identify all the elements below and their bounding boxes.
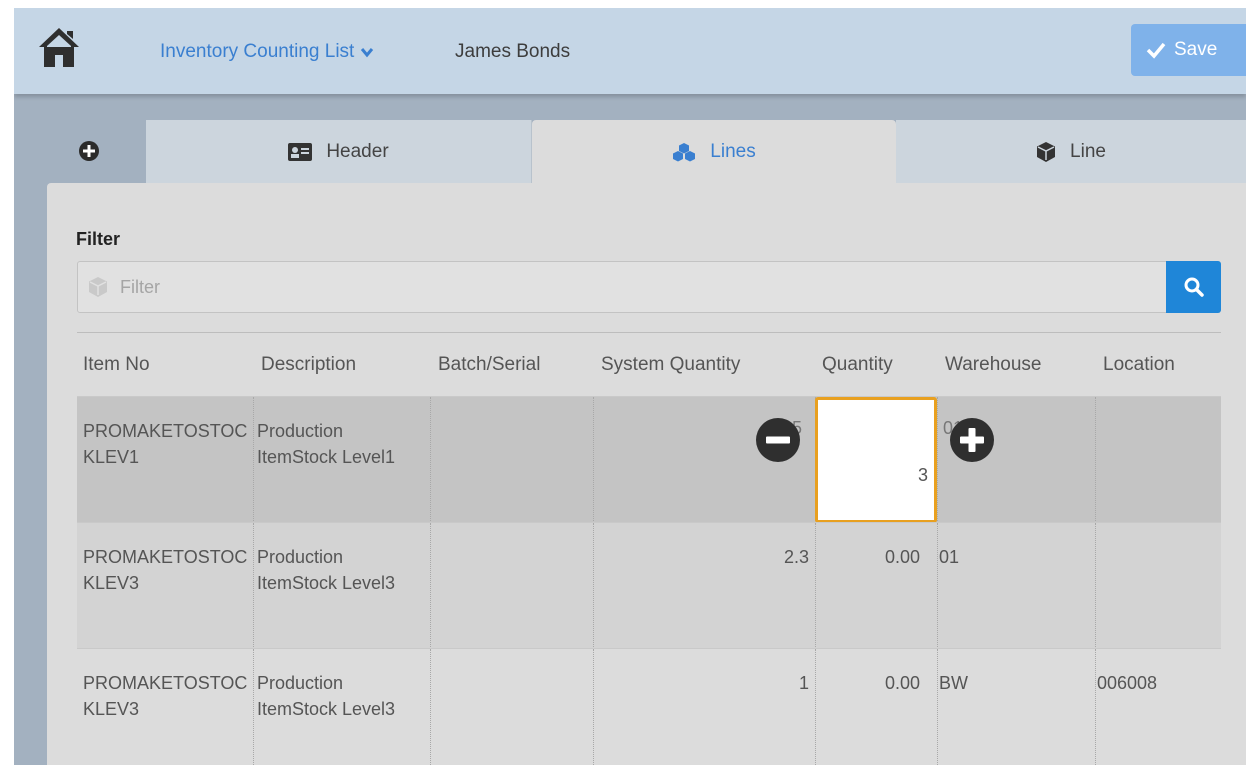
tab-header-label: Header	[326, 140, 389, 162]
app-title-label: Inventory Counting List	[160, 41, 355, 62]
quantity-input[interactable]	[815, 397, 937, 523]
chevron-down-icon	[361, 48, 374, 58]
column-divider	[253, 649, 254, 765]
filter-input[interactable]	[120, 276, 1020, 298]
column-header-quantity[interactable]: Quantity	[822, 333, 893, 376]
save-button[interactable]: Save	[1131, 24, 1246, 76]
column-divider	[1095, 649, 1096, 765]
column-header-item-no[interactable]: Item No	[83, 333, 150, 376]
cell-item-no: PROMAKETOSTOCKLEV3	[83, 673, 248, 719]
lines-table: Item No Description Batch/Serial System …	[77, 332, 1221, 765]
table-header: Item No Description Batch/Serial System …	[77, 332, 1221, 396]
tab-lines-label: Lines	[710, 140, 756, 162]
user-name: James Bonds	[455, 41, 571, 62]
cubes-icon	[673, 142, 696, 161]
cell-quantity[interactable]: 0.00	[820, 649, 920, 765]
cell-description: Production ItemStock Level3	[257, 673, 396, 719]
column-divider	[593, 523, 594, 649]
column-divider	[430, 397, 431, 523]
column-header-batch-serial[interactable]: Batch/Serial	[438, 333, 540, 376]
cell-item-no: PROMAKETOSTOCKLEV3	[83, 547, 248, 593]
plus-circle-icon[interactable]	[78, 140, 100, 162]
tab-header[interactable]: Header	[146, 120, 532, 183]
cell-location: 006008	[1097, 673, 1158, 693]
column-header-description[interactable]: Description	[261, 333, 356, 376]
cell-warehouse: BW	[939, 673, 968, 693]
plus-circle-icon[interactable]	[949, 417, 995, 463]
column-divider	[937, 649, 938, 765]
column-divider	[937, 523, 938, 649]
cell-system-quantity: 2.3	[783, 547, 809, 567]
column-divider	[253, 523, 254, 649]
cell-system-quantity: 1	[798, 673, 809, 693]
column-divider	[430, 523, 431, 649]
lines-panel: Filter Item No Description Batch/Serial …	[47, 183, 1246, 765]
tab-line[interactable]: Line	[896, 120, 1246, 183]
table-row[interactable]: PROMAKETOSTOCKLEV3 Production ItemStock …	[77, 522, 1221, 649]
app-title-dropdown[interactable]: Inventory Counting List	[160, 41, 374, 63]
column-header-location[interactable]: Location	[1103, 333, 1175, 376]
cell-quantity[interactable]: 0.00	[820, 523, 920, 649]
cube-icon	[1037, 141, 1056, 162]
home-icon[interactable]	[38, 25, 80, 69]
column-header-warehouse[interactable]: Warehouse	[945, 333, 1041, 376]
cell-description: Production ItemStock Level1	[257, 421, 396, 467]
cell-location	[1097, 523, 1217, 649]
top-bar: Inventory Counting List James Bonds Save	[14, 8, 1246, 94]
tab-strip: Header Lines Line	[14, 120, 1246, 183]
column-divider	[815, 523, 816, 649]
column-divider	[253, 397, 254, 523]
column-divider	[1095, 523, 1096, 649]
minus-circle-icon[interactable]	[755, 417, 801, 463]
cell-warehouse: 01	[939, 547, 960, 567]
cell-description: Production ItemStock Level3	[257, 547, 396, 593]
column-divider	[593, 649, 594, 765]
column-divider	[593, 397, 594, 523]
filter-label: Filter	[76, 229, 121, 249]
search-button[interactable]	[1166, 261, 1221, 313]
search-icon	[1184, 277, 1204, 297]
tab-lines[interactable]: Lines	[532, 120, 896, 183]
cell-item-no: PROMAKETOSTOCKLEV1	[83, 421, 248, 467]
column-divider	[815, 649, 816, 765]
column-divider	[430, 649, 431, 765]
id-card-icon	[288, 142, 313, 161]
app-frame: Inventory Counting List James Bonds Save	[14, 8, 1246, 765]
cube-icon	[89, 277, 107, 297]
column-divider	[937, 397, 938, 523]
check-icon	[1146, 42, 1166, 59]
column-divider	[1095, 397, 1096, 523]
tab-line-label: Line	[1070, 140, 1106, 162]
filter-box	[77, 261, 1167, 313]
column-header-system-quantity[interactable]: System Quantity	[601, 333, 740, 376]
table-row[interactable]: PROMAKETOSTOCKLEV3 Production ItemStock …	[77, 648, 1221, 765]
save-button-label: Save	[1174, 39, 1218, 60]
table-row[interactable]: PROMAKETOSTOCKLEV1 Production ItemStock …	[77, 396, 1221, 523]
